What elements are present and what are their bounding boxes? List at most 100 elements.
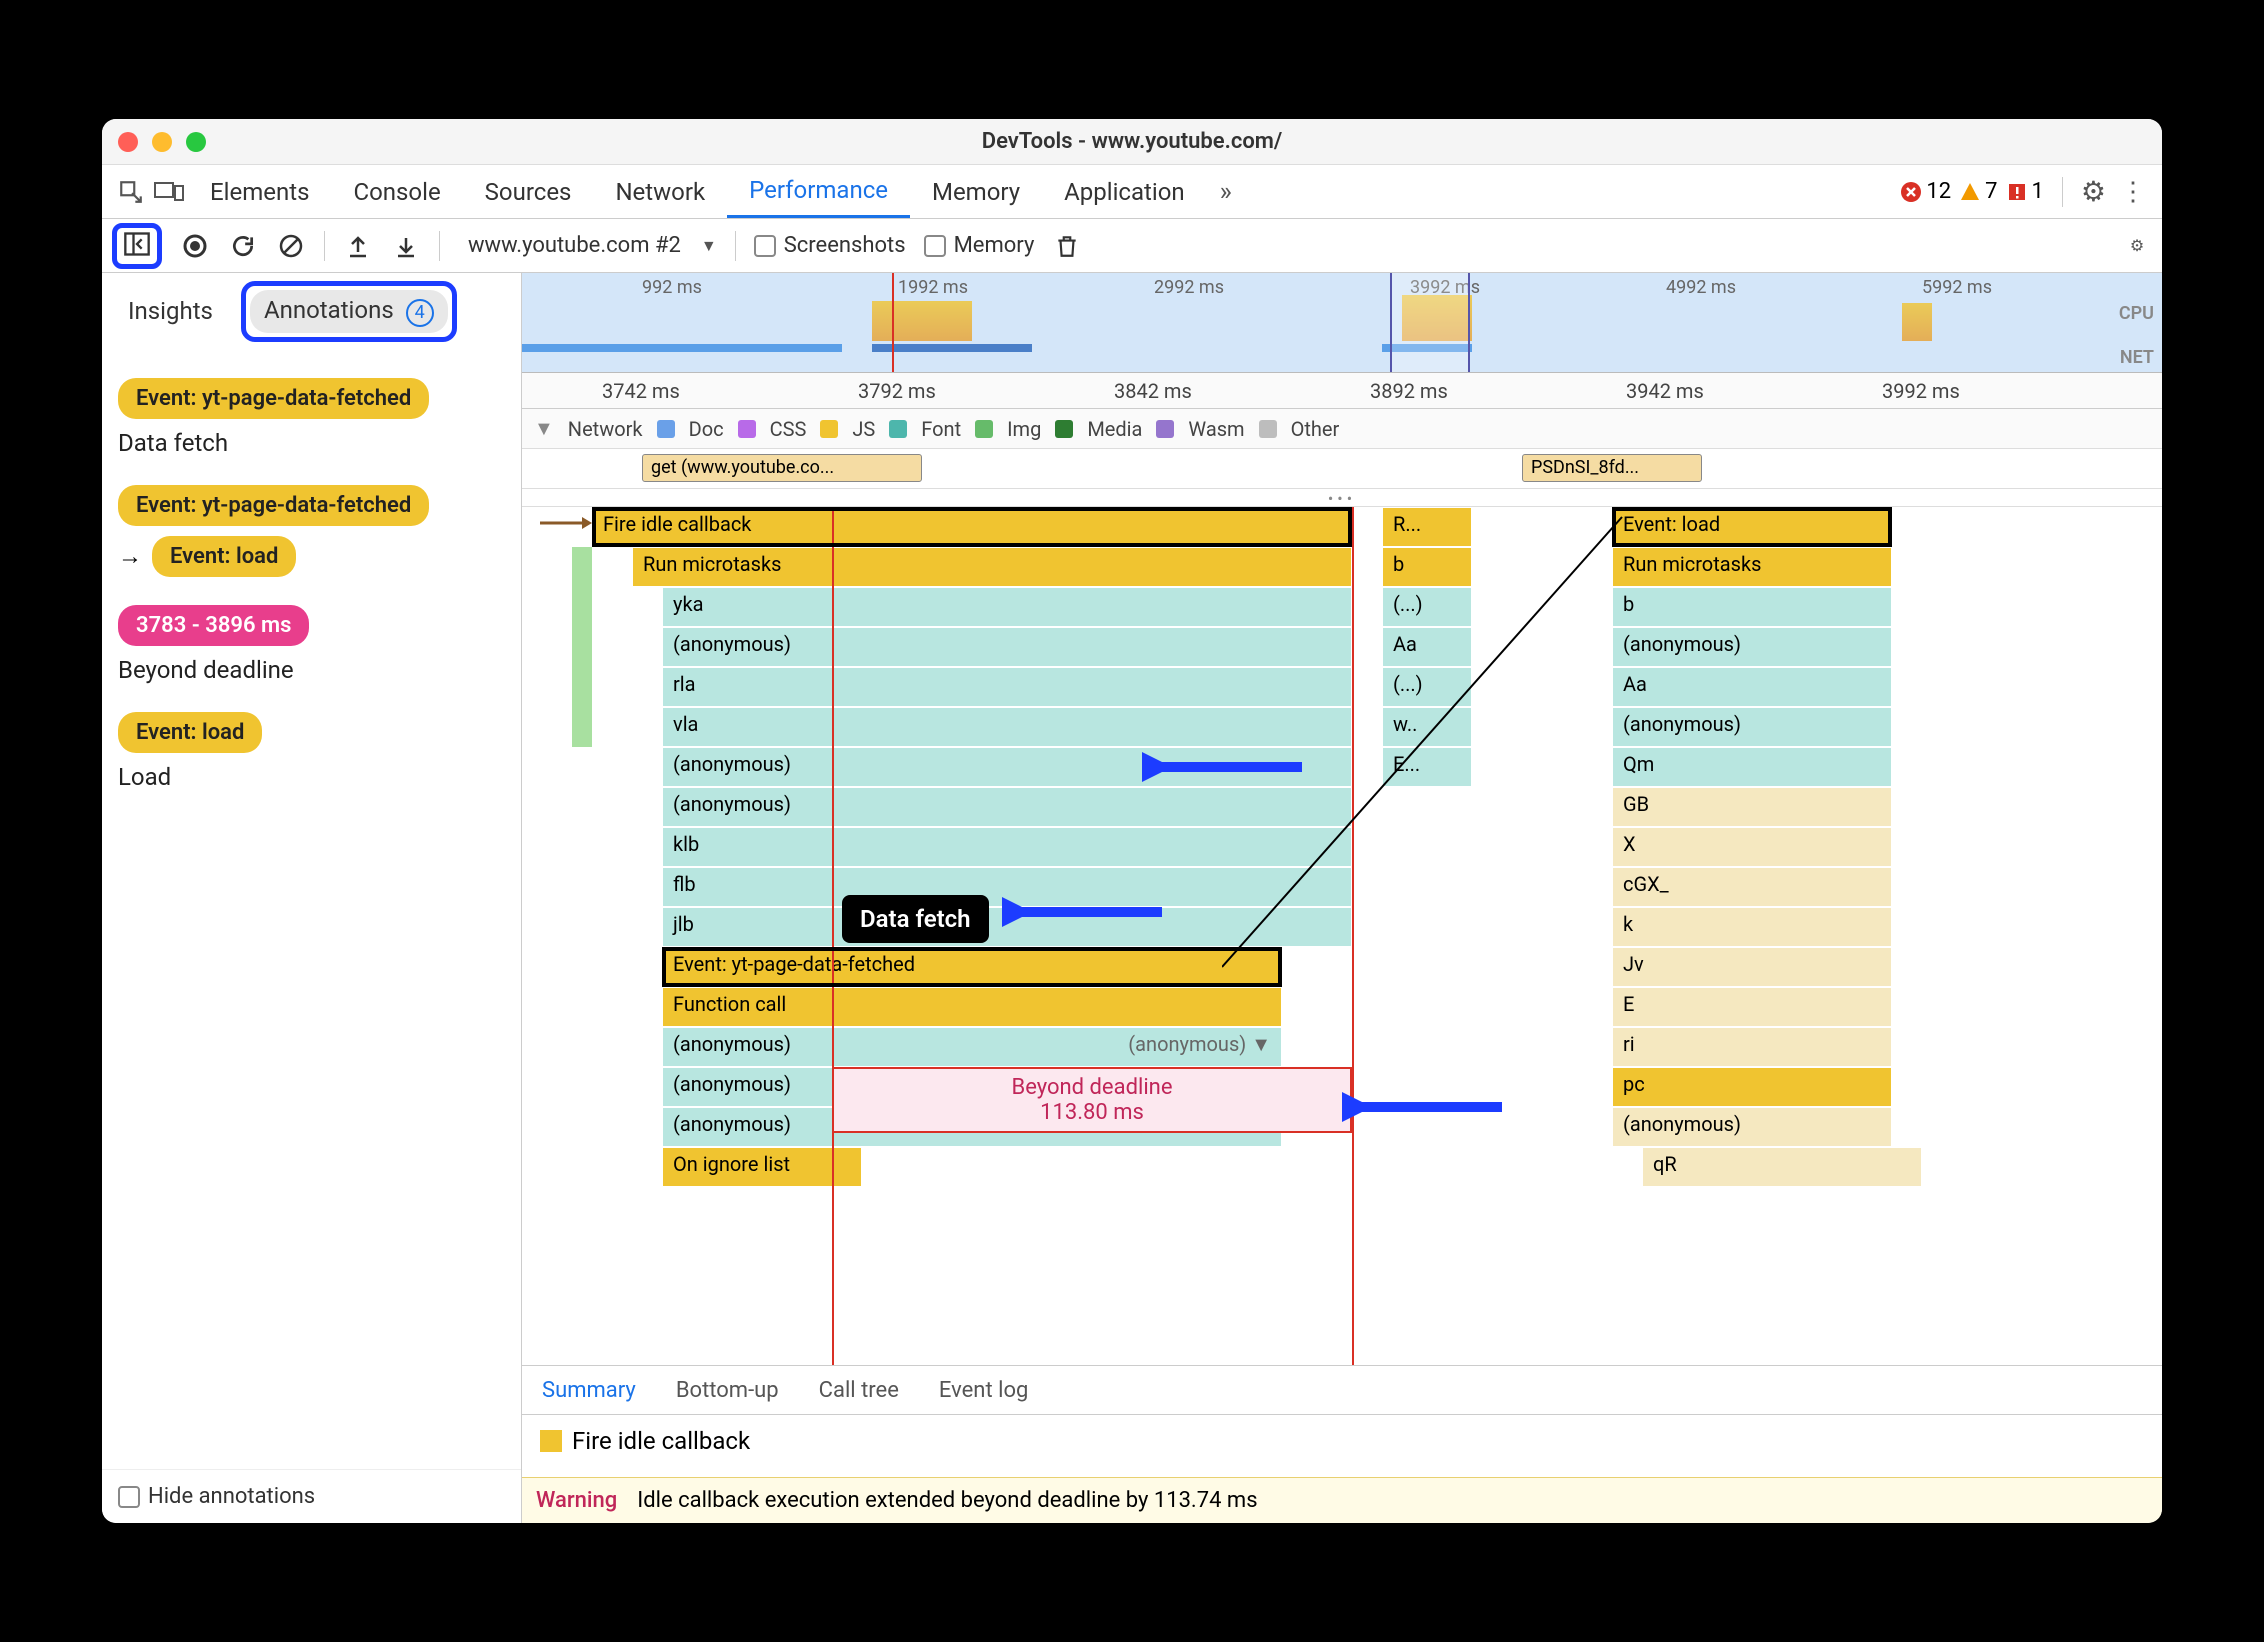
- flame-bar[interactable]: qR: [1642, 1147, 1922, 1187]
- overview-tick: 4992 ms: [1666, 277, 1736, 298]
- ruler-tick: 3892 ms: [1370, 379, 1448, 403]
- network-request-bar[interactable]: get (www.youtube.co...: [642, 454, 922, 482]
- legend-swatch: [1259, 420, 1277, 438]
- flame-bar[interactable]: Fire idle callback: [592, 507, 1352, 547]
- inspect-icon[interactable]: [112, 179, 150, 205]
- flame-bar[interactable]: Event: yt-page-data-fetched: [662, 947, 1282, 987]
- flame-bar[interactable]: X: [1612, 827, 1892, 867]
- tab-sources[interactable]: Sources: [463, 165, 594, 218]
- close-window-button[interactable]: [118, 132, 138, 152]
- annotation-item[interactable]: Event: yt-page-data-fetchedData fetch: [118, 378, 505, 457]
- annotation-item[interactable]: Event: yt-page-data-fetched→Event: load: [118, 485, 505, 577]
- details-tab-call-tree[interactable]: Call tree: [819, 1378, 899, 1403]
- arrow-icon: →: [118, 542, 142, 571]
- flame-bar[interactable]: GB: [1612, 787, 1892, 827]
- flame-bar[interactable]: (anonymous): [1612, 627, 1892, 667]
- ruler-tick: 3842 ms: [1114, 379, 1192, 403]
- flame-bar[interactable]: w..: [1382, 707, 1472, 747]
- ruler-tick: 3742 ms: [602, 379, 680, 403]
- flame-bar[interactable]: Run microtasks: [632, 547, 1352, 587]
- legend-swatch: [738, 420, 756, 438]
- flame-bar[interactable]: klb: [662, 827, 1352, 867]
- toggle-sidebar-button[interactable]: [112, 223, 162, 269]
- network-request-bar[interactable]: PSDnSI_8fd...: [1522, 454, 1702, 482]
- recording-select[interactable]: www.youtube.com #2: [458, 229, 701, 262]
- details-tab-summary[interactable]: Summary: [542, 1378, 636, 1403]
- record-button[interactable]: [180, 231, 210, 261]
- flame-bar[interactable]: Run microtasks: [1612, 547, 1892, 587]
- kebab-menu-icon[interactable]: ⋮: [2114, 177, 2152, 207]
- legend-swatch: [820, 420, 838, 438]
- flame-bar[interactable]: flb: [662, 867, 1352, 907]
- flame-bar[interactable]: (...): [1382, 667, 1472, 707]
- flame-bar[interactable]: Aa: [1612, 667, 1892, 707]
- flame-bar[interactable]: ri: [1612, 1027, 1892, 1067]
- tab-console[interactable]: Console: [331, 165, 462, 218]
- flame-bar[interactable]: b: [1612, 587, 1892, 627]
- flame-bar[interactable]: R...: [1382, 507, 1472, 547]
- settings-icon[interactable]: ⚙: [2081, 175, 2106, 208]
- flame-bar[interactable]: (anonymous): [662, 627, 1352, 667]
- flame-bar[interactable]: jlb: [662, 907, 1352, 947]
- network-track-header[interactable]: ▼ Network DocCSSJSFontImgMediaWasmOther: [522, 409, 2162, 449]
- tab-elements[interactable]: Elements: [188, 165, 331, 218]
- tab-network[interactable]: Network: [593, 165, 727, 218]
- flame-chart[interactable]: Data fetch Load Beyond deadline 113.80 m…: [522, 507, 2162, 1365]
- flame-bar[interactable]: b: [1382, 547, 1472, 587]
- flame-bar[interactable]: rla: [662, 667, 1352, 707]
- minimize-window-button[interactable]: [152, 132, 172, 152]
- flame-bar[interactable]: yka: [662, 587, 1352, 627]
- device-toolbar-icon[interactable]: [150, 180, 188, 204]
- screenshots-checkbox[interactable]: Screenshots: [754, 233, 906, 258]
- flame-bar[interactable]: E...: [1382, 747, 1472, 787]
- annotation-label: Load: [118, 763, 171, 791]
- flame-bar[interactable]: (anonymous) (anonymous) ▼: [662, 1027, 1282, 1067]
- legend-label: Font: [921, 417, 961, 441]
- tab-insights[interactable]: Insights: [114, 291, 227, 331]
- flame-bar[interactable]: Aa: [1382, 627, 1472, 667]
- capture-settings-icon[interactable]: ⚙: [2122, 231, 2152, 261]
- legend-label: Other: [1291, 417, 1340, 441]
- flame-bar[interactable]: cGX_: [1612, 867, 1892, 907]
- summary-title: Fire idle callback: [572, 1427, 750, 1455]
- details-tab-bottom-up[interactable]: Bottom-up: [676, 1378, 779, 1403]
- flame-bar[interactable]: vla: [662, 707, 1352, 747]
- flame-bar[interactable]: E: [1612, 987, 1892, 1027]
- tab-performance[interactable]: Performance: [727, 165, 910, 218]
- gc-icon[interactable]: [1052, 231, 1082, 261]
- tab-application[interactable]: Application: [1042, 165, 1207, 218]
- flame-bar[interactable]: (...): [1382, 587, 1472, 627]
- clear-icon[interactable]: [276, 231, 306, 261]
- flame-bar[interactable]: Qm: [1612, 747, 1892, 787]
- flame-bar[interactable]: (anonymous): [1612, 1107, 1892, 1147]
- flame-bar[interactable]: (anonymous): [662, 787, 1352, 827]
- more-tabs-icon[interactable]: »: [1207, 177, 1245, 207]
- issue-count[interactable]: 1: [2006, 179, 2044, 204]
- flame-bar[interactable]: Jv: [1612, 947, 1892, 987]
- annotation-chip: Event: load: [152, 536, 296, 577]
- flame-bar[interactable]: k: [1612, 907, 1892, 947]
- tab-memory[interactable]: Memory: [910, 165, 1042, 218]
- overview-timeline[interactable]: 992 ms1992 ms2992 ms3992 ms4992 ms5992 m…: [522, 273, 2162, 373]
- error-count[interactable]: 12: [1900, 179, 1951, 204]
- tab-annotations[interactable]: Annotations 4: [250, 290, 448, 333]
- network-track[interactable]: get (www.youtube.co... PSDnSI_8fd...: [522, 449, 2162, 489]
- annotation-item[interactable]: Event: loadLoad: [118, 712, 505, 791]
- flame-bar[interactable]: Event: load: [1612, 507, 1892, 547]
- flame-bar[interactable]: pc: [1612, 1067, 1892, 1107]
- flame-bar[interactable]: (anonymous): [662, 747, 1352, 787]
- time-ruler[interactable]: 3742 ms3792 ms3842 ms3892 ms3942 ms3992 …: [522, 373, 2162, 409]
- memory-checkbox[interactable]: Memory: [924, 233, 1035, 258]
- reload-record-button[interactable]: [228, 231, 258, 261]
- flame-bar[interactable]: (anonymous): [1612, 707, 1892, 747]
- download-icon[interactable]: [391, 231, 421, 261]
- upload-icon[interactable]: [343, 231, 373, 261]
- warning-count[interactable]: 7: [1959, 179, 1997, 204]
- hide-annotations-checkbox[interactable]: Hide annotations: [118, 1484, 505, 1509]
- ruler-tick: 3942 ms: [1626, 379, 1704, 403]
- fullscreen-window-button[interactable]: [186, 132, 206, 152]
- flame-bar[interactable]: Function call: [662, 987, 1282, 1027]
- details-tab-event-log[interactable]: Event log: [939, 1378, 1028, 1403]
- track-expand-dots[interactable]: •••: [522, 489, 2162, 507]
- annotation-item[interactable]: 3783 - 3896 msBeyond deadline: [118, 605, 505, 684]
